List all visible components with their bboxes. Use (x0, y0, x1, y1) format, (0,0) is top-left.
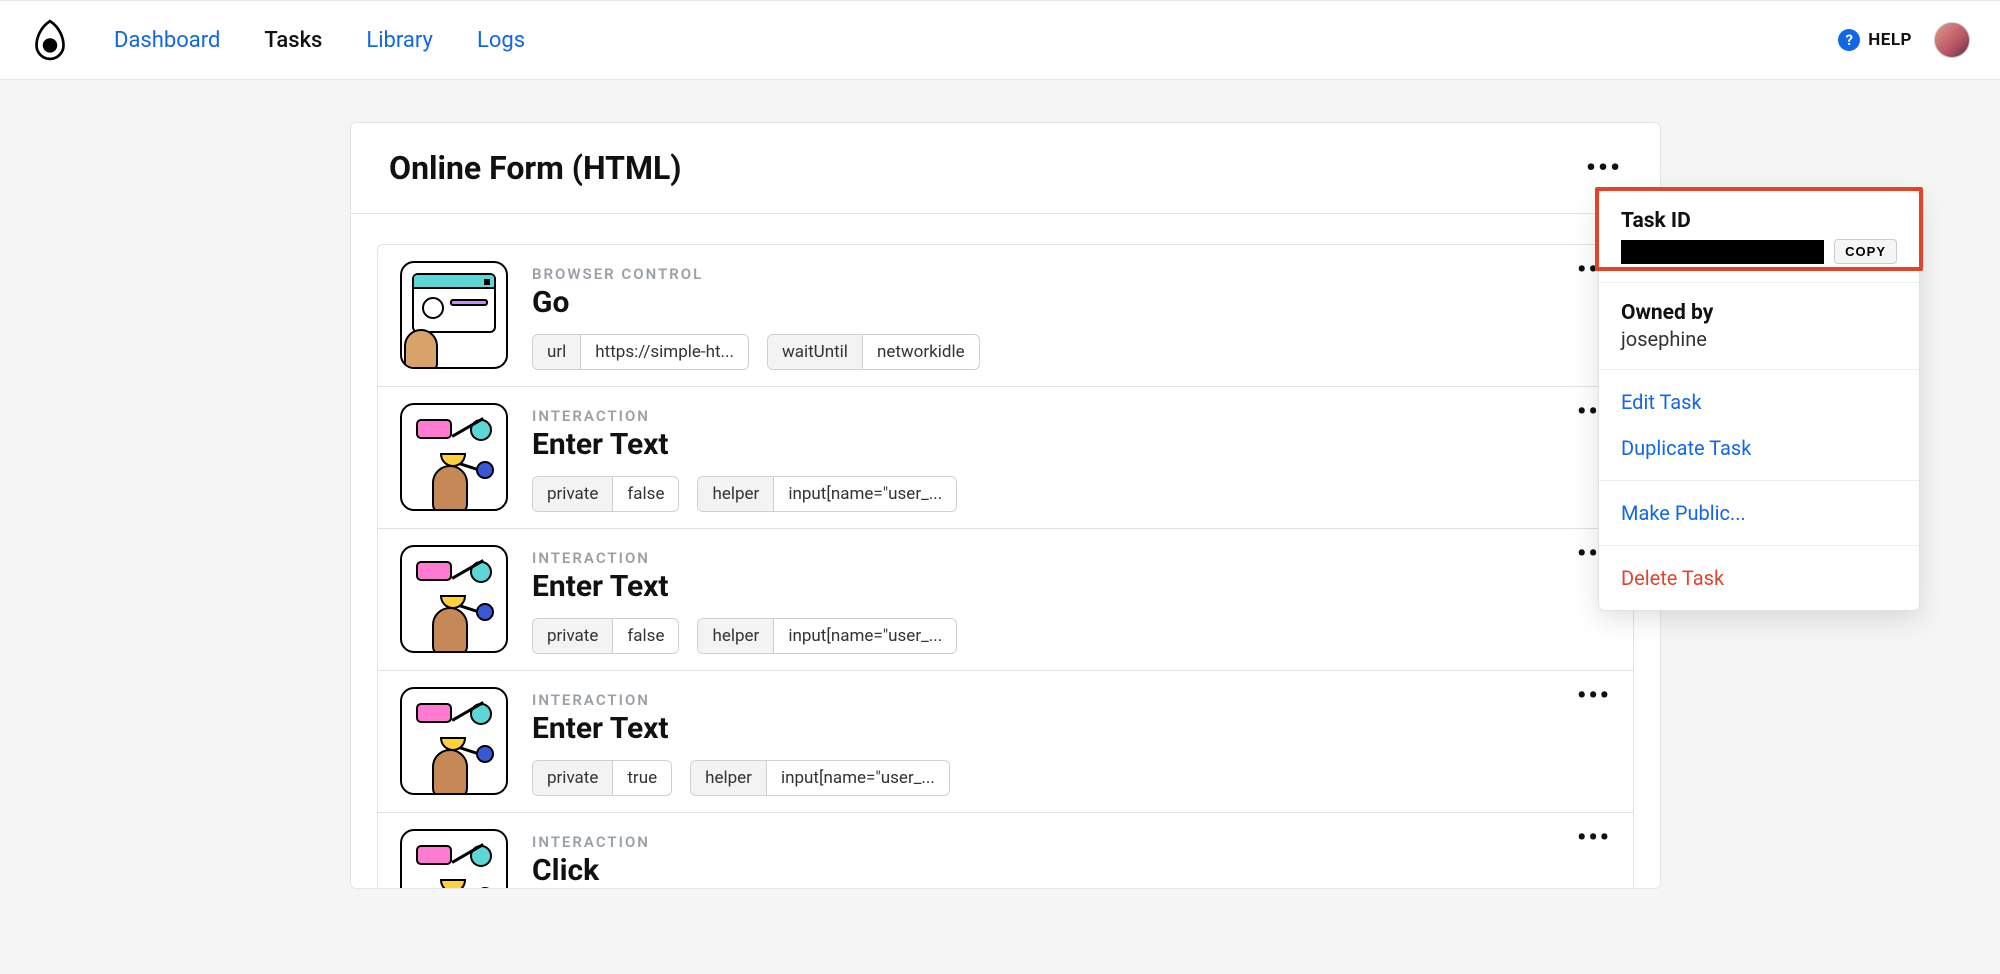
step-body: INTERACTION Click (532, 829, 1611, 888)
param-value: true (613, 761, 671, 795)
step-row[interactable]: BROWSER CONTROL Go url https://simple-ht… (377, 244, 1634, 386)
card-menu-button[interactable]: ••• (1586, 163, 1622, 173)
steps-list: BROWSER CONTROL Go url https://simple-ht… (351, 214, 1660, 888)
edit-section: Edit Task Duplicate Task (1599, 370, 1919, 481)
param-row: private false helper input[name="user_..… (532, 476, 1611, 512)
nav-logs[interactable]: Logs (477, 28, 525, 53)
help-icon: ? (1838, 29, 1860, 51)
help-button[interactable]: ? HELP (1838, 29, 1912, 51)
make-public-link[interactable]: Make Public... (1621, 499, 1897, 527)
param-key: helper (698, 477, 774, 511)
help-label: HELP (1868, 30, 1912, 50)
step-row[interactable]: INTERACTION Enter Text private false hel… (377, 386, 1634, 528)
owned-by-section: Owned by josephine (1599, 283, 1919, 370)
step-body: BROWSER CONTROL Go url https://simple-ht… (532, 261, 1611, 370)
task-id-section: Task ID COPY (1599, 191, 1919, 283)
step-row[interactable]: INTERACTION Enter Text private false hel… (377, 528, 1634, 670)
owned-by-label: Owned by (1621, 301, 1897, 325)
param-key: private (533, 477, 613, 511)
param-key: waitUntil (768, 335, 863, 369)
param-pill[interactable]: url https://simple-ht... (532, 334, 749, 370)
nav-tasks[interactable]: Tasks (264, 28, 322, 53)
duplicate-task-link[interactable]: Duplicate Task (1621, 434, 1897, 462)
param-key: url (533, 335, 581, 369)
step-category: INTERACTION (532, 407, 1611, 425)
edit-task-link[interactable]: Edit Task (1621, 388, 1897, 416)
interaction-icon (400, 687, 508, 795)
param-key: helper (698, 619, 774, 653)
delete-task-link[interactable]: Delete Task (1621, 564, 1897, 592)
user-avatar[interactable] (1934, 22, 1970, 58)
task-card: Online Form (HTML) ••• BROWSER CONTROL G… (350, 122, 1661, 889)
nav-dashboard[interactable]: Dashboard (114, 28, 220, 53)
step-row[interactable]: INTERACTION Click ••• (377, 812, 1634, 888)
step-name: Enter Text (532, 711, 1611, 746)
param-value: input[name="user_... (774, 477, 956, 511)
interaction-icon (400, 545, 508, 653)
step-body: INTERACTION Enter Text private false hel… (532, 403, 1611, 512)
param-row: private false helper input[name="user_..… (532, 618, 1611, 654)
nav-right: ? HELP (1838, 22, 1970, 58)
step-body: INTERACTION Enter Text private true help… (532, 687, 1611, 796)
param-key: private (533, 619, 613, 653)
interaction-icon (400, 403, 508, 511)
step-row[interactable]: INTERACTION Enter Text private true help… (377, 670, 1634, 812)
param-pill[interactable]: helper input[name="user_... (697, 618, 957, 654)
task-id-value-redacted (1621, 240, 1824, 264)
param-value: input[name="user_... (774, 619, 956, 653)
param-pill[interactable]: private true (532, 760, 672, 796)
param-value: input[name="user_... (767, 761, 949, 795)
param-pill[interactable]: private false (532, 476, 679, 512)
step-category: INTERACTION (532, 833, 1611, 851)
param-key: helper (691, 761, 767, 795)
param-row: private true helper input[name="user_... (532, 760, 1611, 796)
step-body: INTERACTION Enter Text private false hel… (532, 545, 1611, 654)
visibility-section: Make Public... (1599, 481, 1919, 546)
interaction-icon (400, 829, 508, 888)
param-row: url https://simple-ht... waitUntil netwo… (532, 334, 1611, 370)
browser-control-icon (400, 261, 508, 369)
param-pill[interactable]: private false (532, 618, 679, 654)
step-name: Enter Text (532, 569, 1611, 604)
owned-by-value: josephine (1621, 327, 1897, 351)
delete-section: Delete Task (1599, 546, 1919, 610)
task-title: Online Form (HTML) (389, 149, 682, 187)
step-category: BROWSER CONTROL (532, 265, 1611, 283)
param-pill[interactable]: helper input[name="user_... (690, 760, 950, 796)
param-value: networkidle (863, 335, 979, 369)
param-value: https://simple-ht... (581, 335, 748, 369)
top-nav: Dashboard Tasks Library Logs ? HELP (0, 0, 2000, 80)
param-key: private (533, 761, 613, 795)
step-category: INTERACTION (532, 549, 1611, 567)
task-id-row: COPY (1621, 239, 1897, 264)
card-header: Online Form (HTML) ••• (351, 123, 1660, 214)
step-menu-button[interactable]: ••• (1577, 691, 1611, 701)
step-category: INTERACTION (532, 691, 1611, 709)
copy-task-id-button[interactable]: COPY (1834, 239, 1897, 264)
nav-left: Dashboard Tasks Library Logs (30, 17, 525, 63)
step-name: Enter Text (532, 427, 1611, 462)
param-value: false (613, 477, 678, 511)
step-name: Go (532, 285, 1611, 320)
param-pill[interactable]: helper input[name="user_... (697, 476, 957, 512)
task-menu-panel: Task ID COPY Owned by josephine Edit Tas… (1598, 190, 1920, 611)
task-id-label: Task ID (1621, 209, 1897, 233)
app-logo[interactable] (30, 17, 70, 63)
param-value: false (613, 619, 678, 653)
param-pill[interactable]: waitUntil networkidle (767, 334, 980, 370)
step-menu-button[interactable]: ••• (1577, 833, 1611, 843)
nav-links: Dashboard Tasks Library Logs (114, 28, 525, 53)
step-name: Click (532, 853, 1611, 888)
nav-library[interactable]: Library (366, 28, 433, 53)
